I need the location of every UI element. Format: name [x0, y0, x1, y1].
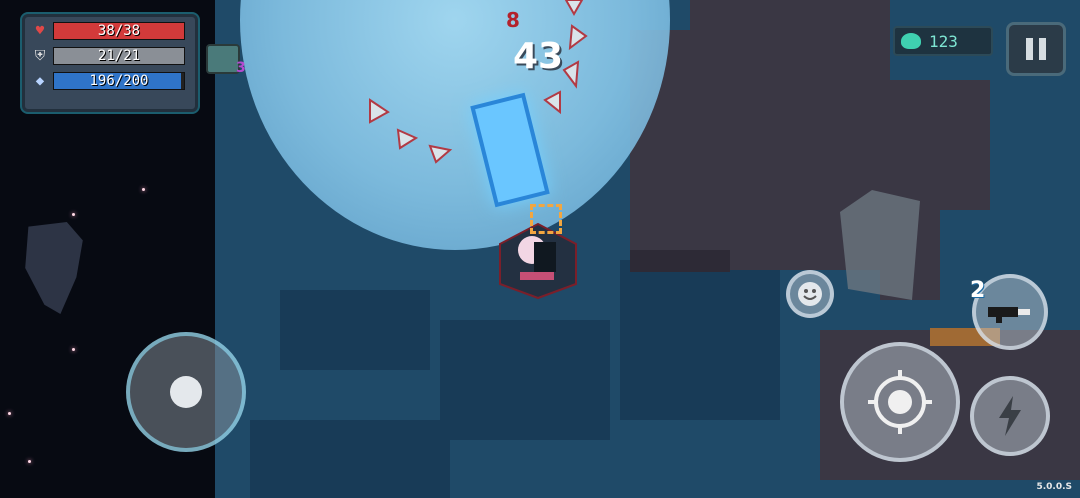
emote-button[interactable]	[786, 270, 834, 318]
health-row: ♥ 38/38	[31, 22, 189, 40]
pause-button[interactable]	[1006, 22, 1066, 76]
crosshair-icon	[868, 370, 932, 434]
spike-projectile	[562, 60, 580, 89]
gun-icon	[988, 307, 1030, 323]
heart-icon: ♥	[35, 23, 45, 39]
stone-wall	[690, 0, 890, 40]
lightning-icon	[999, 396, 1021, 436]
energy-text: 196/200	[89, 73, 149, 89]
weapon-ammo-count: 2	[970, 278, 986, 303]
star	[72, 348, 75, 351]
star	[8, 412, 11, 415]
gem-count: 123	[929, 31, 958, 51]
attack-button[interactable]	[840, 342, 960, 462]
floor-tile-patch	[440, 320, 610, 440]
floor-tile-patch	[280, 290, 430, 370]
spike-projectiles	[369, 0, 588, 164]
floor-tile-patch	[250, 420, 450, 498]
spike-projectile	[568, 24, 588, 51]
skill-button[interactable]	[970, 376, 1050, 456]
diamond-icon: ◆	[35, 73, 45, 89]
target-reticle	[530, 204, 562, 234]
wall-edge	[630, 250, 730, 272]
star	[142, 188, 145, 191]
shield-icon: ⛨	[34, 48, 46, 64]
health-bar: 38/38	[53, 22, 185, 40]
star	[28, 460, 31, 463]
gem-counter: 123	[893, 26, 993, 56]
health-text: 38/38	[97, 23, 141, 39]
gem-icon	[901, 33, 921, 49]
energy-row: ◆ 196/200	[31, 72, 189, 90]
spike-projectile	[428, 144, 453, 164]
version-label: 5.0.0.S	[1036, 482, 1072, 492]
spike-projectile	[369, 98, 390, 124]
smile-icon	[798, 282, 822, 306]
movement-joystick[interactable]	[126, 332, 246, 452]
armor-bar: 21/21	[53, 47, 185, 65]
spike-projectile	[564, 0, 584, 17]
floor-tile-patch	[620, 260, 780, 420]
star	[72, 213, 75, 216]
damage-number-small: 8	[506, 8, 520, 32]
pet-level-text: 3	[236, 60, 246, 76]
energy-bar: 196/200	[53, 72, 185, 90]
pause-icon	[1026, 38, 1046, 60]
stats-panel: ♥ 38/38 ⛨ 21/21 ◆ 196/200	[22, 14, 198, 112]
damage-number-big: 43	[513, 36, 564, 77]
rock-pile	[840, 190, 920, 300]
spike-projectile	[396, 128, 419, 150]
joystick-knob[interactable]	[170, 376, 202, 408]
armor-row: ⛨ 21/21	[31, 47, 189, 65]
spike-projectile	[543, 90, 561, 115]
armor-text: 21/21	[97, 48, 141, 64]
pet-buff-icon	[206, 44, 240, 74]
